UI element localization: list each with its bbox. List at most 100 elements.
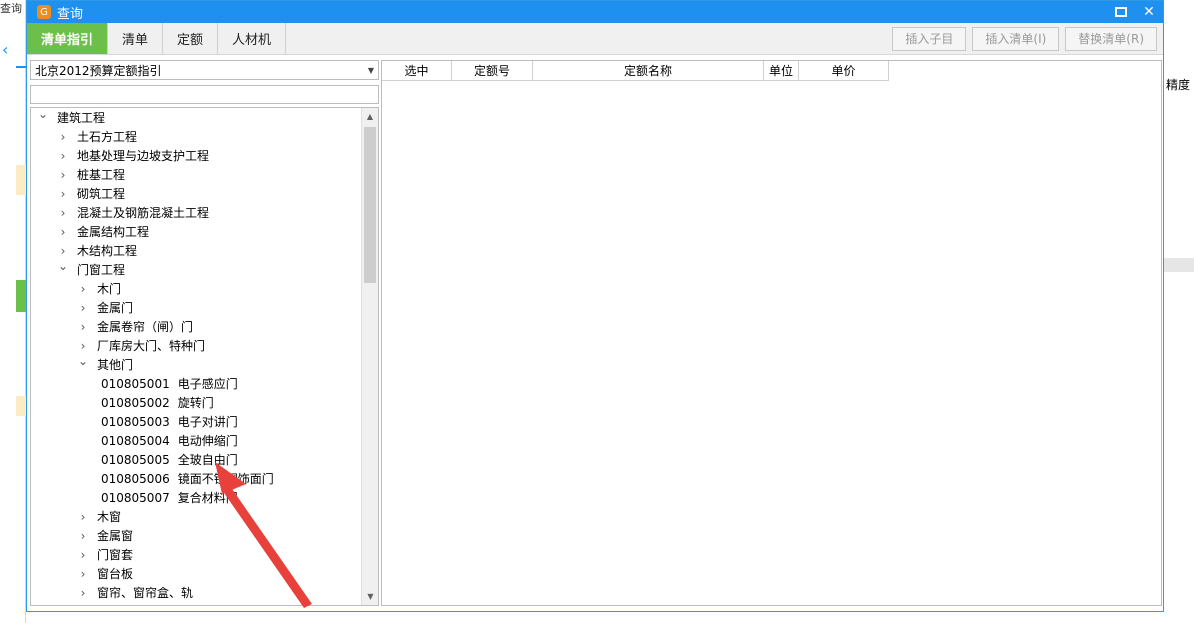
chevron-right-icon[interactable]: › xyxy=(77,282,89,296)
tree-item-label: 旋转门 xyxy=(177,396,214,410)
tree-node[interactable]: › 窗帘、窗帘盒、轨 xyxy=(77,583,193,602)
tab-list-guide[interactable]: 清单指引 xyxy=(27,23,109,54)
background-scrollbar xyxy=(1164,258,1194,272)
background-app-left: 查询 ‹ xyxy=(0,0,26,623)
tree-node[interactable]: › 砌筑工程 xyxy=(57,184,125,203)
tree-item-label: 门窗工程 xyxy=(77,263,126,277)
tree-item-label: 其他门 xyxy=(97,358,134,372)
chevron-right-icon[interactable]: › xyxy=(57,206,69,220)
chevron-right-icon[interactable]: › xyxy=(77,301,89,315)
chevron-right-icon[interactable]: › xyxy=(77,548,89,562)
chevron-down-icon[interactable]: ⌄ xyxy=(77,354,89,368)
tree-item-label: 复合材料门 xyxy=(177,491,238,505)
tree-item-label: 门窗套 xyxy=(97,548,134,562)
scroll-thumb[interactable] xyxy=(364,127,376,283)
insert-child-button[interactable]: 插入子目 xyxy=(892,26,967,51)
replace-list-button[interactable]: 替换清单(R) xyxy=(1065,26,1157,51)
chevron-right-icon[interactable]: › xyxy=(57,225,69,239)
chevron-right-icon[interactable]: › xyxy=(77,339,89,353)
tree-node[interactable]: › 木门 xyxy=(77,279,121,298)
chevron-right-icon[interactable]: › xyxy=(77,567,89,581)
tree-item-code: 010805002 xyxy=(101,395,170,410)
tree-item-label: 地基处理与边坡支护工程 xyxy=(77,149,210,163)
grid-column-header[interactable]: 单位 xyxy=(764,61,799,81)
tree-node[interactable]: › 木结构工程 xyxy=(57,241,137,260)
tree-node[interactable]: › 土石方工程 xyxy=(57,127,137,146)
chevron-down-icon[interactable]: ⌄ xyxy=(37,108,49,121)
background-app-right: 精度 xyxy=(1164,0,1194,623)
tab-labor-material-machine[interactable]: 人材机 xyxy=(218,23,287,54)
tree-node[interactable]: › 金属卷帘（闸）门 xyxy=(77,317,193,336)
chevron-right-icon[interactable]: › xyxy=(57,149,69,163)
scroll-up-icon[interactable]: ▲ xyxy=(362,108,378,125)
background-highlight-row xyxy=(16,165,26,195)
tree-leaf-item[interactable]: 010805007 复合材料门 xyxy=(101,488,238,507)
tree-node[interactable]: › 混凝土及钢筋混凝土工程 xyxy=(57,203,209,222)
tree-item-label: 土石方工程 xyxy=(77,130,138,144)
scroll-down-icon[interactable]: ▼ xyxy=(362,588,378,605)
tree-node[interactable]: ⌄ 门窗工程 xyxy=(57,259,126,279)
tab-list[interactable]: 清单 xyxy=(108,23,164,54)
tab-quota[interactable]: 定额 xyxy=(163,23,219,54)
tab-bar: 清单指引 清单 定额 人材机 插入子目 插入清单(I) 替换清单(R) xyxy=(27,23,1163,55)
chevron-right-icon[interactable]: › xyxy=(77,510,89,524)
tree-item-code: 010805001 xyxy=(101,376,170,391)
close-icon[interactable]: ✕ xyxy=(1135,1,1163,23)
tree-node[interactable]: › 门窗套 xyxy=(77,545,133,564)
tree-leaf-item[interactable]: 010805002 旋转门 xyxy=(101,393,214,412)
grid-column-header[interactable]: 选中 xyxy=(382,61,452,81)
tree-leaf-item[interactable]: 010805006 镜面不锈钢饰面门 xyxy=(101,469,274,488)
background-highlight-row-2 xyxy=(16,396,26,416)
tree-leaf-item[interactable]: 010805004 电动伸缩门 xyxy=(101,431,238,450)
grid-column-header[interactable]: 定额名称 xyxy=(533,61,764,81)
chevron-right-icon[interactable]: › xyxy=(57,130,69,144)
tree-item-label: 厂库房大门、特种门 xyxy=(97,339,206,353)
background-green-tab xyxy=(16,280,26,312)
grid-column-header[interactable]: 定额号 xyxy=(452,61,533,81)
tree-item-label: 桩基工程 xyxy=(77,168,126,182)
tree-node[interactable]: › 桩基工程 xyxy=(57,165,125,184)
app-logo-icon: G xyxy=(37,5,51,19)
tree-item-label: 电子感应门 xyxy=(177,377,238,391)
tree-item-label: 木门 xyxy=(97,282,122,296)
insert-list-button[interactable]: 插入清单(I) xyxy=(972,26,1060,51)
dialog-title-bar[interactable]: G 查询 ✕ xyxy=(27,1,1163,23)
tree-item-label: 电子对讲门 xyxy=(177,415,238,429)
chevron-right-icon[interactable]: › xyxy=(57,187,69,201)
library-select[interactable]: 北京2012预算定额指引 ▼ xyxy=(30,60,379,80)
chevron-right-icon[interactable]: › xyxy=(57,244,69,258)
collapse-left-icon[interactable]: ‹ xyxy=(2,40,8,59)
quota-grid: 选中 定额号 定额名称 单位 单价 xyxy=(381,60,1162,606)
chevron-down-icon[interactable]: ▼ xyxy=(364,66,378,75)
tree-node[interactable]: › 木窗 xyxy=(77,507,121,526)
tree-item-code: 010805007 xyxy=(101,490,170,505)
tree-node[interactable]: › 金属窗 xyxy=(77,526,133,545)
tree-node[interactable]: ⌄ 其他门 xyxy=(77,354,134,374)
tree-item-label: 金属卷帘（闸）门 xyxy=(97,320,194,334)
tree-node[interactable]: › 窗台板 xyxy=(77,564,133,583)
tree-item-code: 010805006 xyxy=(101,471,170,486)
tree-node[interactable]: › 金属门 xyxy=(77,298,133,317)
tree-item-label: 窗台板 xyxy=(97,567,134,581)
tree-node[interactable]: › 金属结构工程 xyxy=(57,222,149,241)
tree-leaf-item[interactable]: 010805003 电子对讲门 xyxy=(101,412,238,431)
tree-item-label: 窗帘、窗帘盒、轨 xyxy=(97,586,194,600)
tree-leaf-item[interactable]: 010805005 全玻自由门 xyxy=(101,450,238,469)
background-query-label: 查询 xyxy=(0,2,22,15)
search-input[interactable] xyxy=(30,85,379,104)
tree-leaf-item[interactable]: 010805001 电子感应门 xyxy=(101,374,238,393)
list-guide-tree: ⌄ 建筑工程 › 土石方工程 › 地基处理与边坡支护工程 › 桩基工程 › 砌筑工程 › 混凝土及钢筋… xyxy=(30,107,379,606)
tree-node[interactable]: › 厂库房大门、特种门 xyxy=(77,336,205,355)
chevron-right-icon[interactable]: › xyxy=(77,586,89,600)
chevron-right-icon[interactable]: › xyxy=(57,168,69,182)
tree-node[interactable]: › 地基处理与边坡支护工程 xyxy=(57,146,209,165)
chevron-right-icon[interactable]: › xyxy=(77,529,89,543)
chevron-right-icon[interactable]: › xyxy=(77,320,89,334)
maximize-icon[interactable] xyxy=(1107,1,1135,23)
tree-item-code: 010805004 xyxy=(101,433,170,448)
tree-scrollbar[interactable]: ▲ ▼ xyxy=(361,108,378,605)
tree-node[interactable]: ⌄ 建筑工程 xyxy=(37,108,105,127)
grid-column-header[interactable]: 单价 xyxy=(799,61,889,81)
left-panel: 北京2012预算定额指引 ▼ ⌄ 建筑工程 › 土石方工程 › 地基处理与边坡支护工程 › 桩… xyxy=(30,60,379,606)
chevron-down-icon[interactable]: ⌄ xyxy=(57,259,69,273)
